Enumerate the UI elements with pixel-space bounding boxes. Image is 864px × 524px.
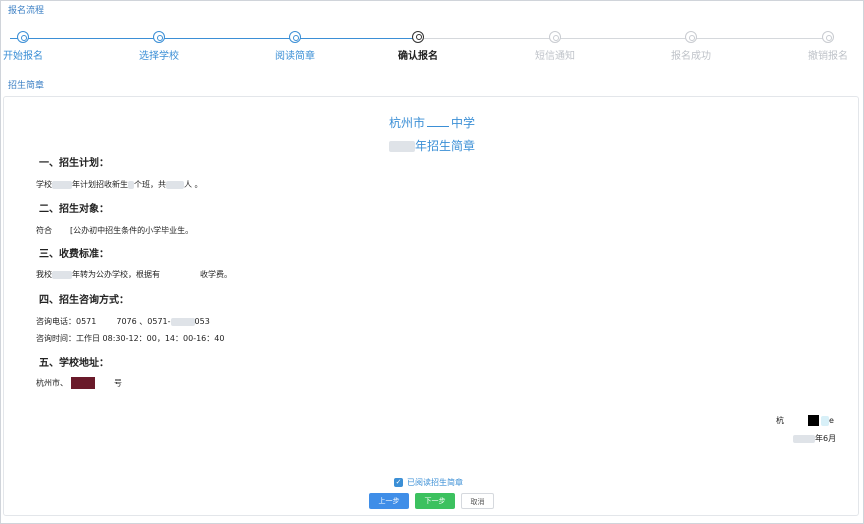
brochure-section-title: 招生简章 — [8, 81, 45, 91]
text-fragment: 符合 — [36, 226, 52, 235]
step-pending-icon — [549, 31, 561, 43]
progress-steps: 开始报名 选择学校 阅读简章 确认报名 短信通知 报名成功 撤销报名 — [0, 28, 864, 68]
fee-text: 我校 年转为公办学校，根据有 收学费。 — [36, 269, 232, 280]
brochure-heading: 年招生简章 — [4, 137, 860, 154]
text-fragment: 杭州市、 — [36, 378, 68, 388]
step-label: 开始报名 — [3, 51, 43, 62]
text-fragment: 我校 — [36, 270, 52, 279]
checkbox-label: 已阅读招生简章 — [407, 478, 463, 487]
section-heading: 一、招生计划： — [39, 158, 109, 169]
text-fragment: 学校 — [36, 180, 52, 189]
step-label: 报名成功 — [671, 51, 711, 62]
prev-button[interactable]: 上一步 — [369, 493, 409, 509]
step-cancel-register: 撤销报名 — [788, 28, 864, 62]
date-line: 年6月 — [793, 433, 836, 444]
hours-text: 咨询时间：工作日 08:30-12：00，14：00-16：40 — [36, 334, 225, 343]
step-done-icon — [17, 31, 29, 43]
step-sms-notice: 短信通知 — [515, 28, 595, 62]
section-heading: 二、招生对象： — [39, 204, 109, 215]
step-start-register: 开始报名 — [0, 28, 63, 62]
brochure-heading-text: 年招生简章 — [414, 139, 475, 153]
text-fragment: e — [829, 416, 834, 425]
step-choose-school: 选择学校 — [119, 28, 199, 62]
redacted — [808, 415, 819, 426]
cancel-button[interactable]: 取消 — [461, 493, 494, 509]
section-heading: 三、收费标准： — [39, 249, 109, 260]
text-fragment: 7076 、0571- — [116, 317, 171, 326]
step-label: 短信通知 — [535, 51, 575, 62]
section-heading: 四、招生咨询方式： — [39, 295, 129, 306]
signature-line: 杭e — [776, 415, 834, 426]
step-label: 选择学校 — [139, 51, 179, 62]
text-fragment: 咨询电话：0571 — [36, 317, 97, 326]
flow-section-title: 报名流程 — [8, 6, 45, 16]
step-confirm-register: 确认报名 — [378, 28, 458, 62]
redacted — [71, 377, 95, 389]
progress-track-done — [10, 38, 418, 39]
step-pending-icon — [822, 31, 834, 43]
school-suffix-text: 中学 — [451, 116, 476, 130]
text-fragment: 人 。 — [184, 180, 203, 189]
redacted — [52, 270, 72, 279]
read-brochure-checkbox[interactable]: ✓ 已阅读招生简章 — [394, 477, 463, 488]
text-fragment: 杭 — [776, 416, 784, 425]
step-done-icon — [153, 31, 165, 43]
address-text: 杭州市、 号 — [36, 377, 122, 389]
redacted-year — [388, 141, 415, 152]
plan-text: 学校 年计划招收新生 个班，共 人 。 — [36, 179, 203, 190]
text-fragment: [公办初中招生条件的小学毕业生。 — [70, 226, 194, 235]
redacted — [821, 415, 829, 426]
target-text: 符合 [公办初中招生条件的小学毕业生。 — [36, 225, 193, 236]
text-fragment: 个班，共 — [134, 180, 166, 189]
text-fragment: 号 — [114, 378, 122, 388]
step-register-success: 报名成功 — [651, 28, 731, 62]
phone-text: 咨询电话：0571 7076 、0571- 053 — [36, 316, 210, 327]
redacted — [52, 180, 72, 189]
text-fragment: 053 — [194, 317, 210, 326]
text-fragment: 收学费。 — [200, 270, 232, 279]
redacted — [166, 180, 184, 189]
user-icon — [412, 31, 424, 43]
step-done-icon — [289, 31, 301, 43]
redacted — [170, 317, 195, 326]
text-fragment: 年6月 — [815, 434, 837, 443]
text-fragment: 年转为公办学校，根据有 — [72, 270, 160, 279]
section-heading: 五、学校地址： — [39, 358, 109, 369]
school-name-text: 杭州市 — [388, 116, 425, 130]
step-pending-icon — [685, 31, 697, 43]
step-label: 阅读简章 — [275, 51, 315, 62]
next-button[interactable]: 下一步 — [415, 493, 455, 509]
step-label: 确认报名 — [398, 51, 438, 62]
school-name: 杭州市 中学 — [4, 114, 860, 131]
redacted — [793, 434, 815, 443]
text-fragment: 年计划招收新生 — [72, 180, 128, 189]
checkbox-checked-icon[interactable]: ✓ — [394, 478, 403, 487]
progress-track-pending — [418, 38, 828, 39]
step-label: 撤销报名 — [808, 51, 848, 62]
step-read-brochure: 阅读简章 — [255, 28, 335, 62]
brochure-card: 杭州市 中学 年招生简章 一、招生计划： 学校 年计划招收新生 个班，共 人 。 二、招… — [3, 96, 859, 516]
